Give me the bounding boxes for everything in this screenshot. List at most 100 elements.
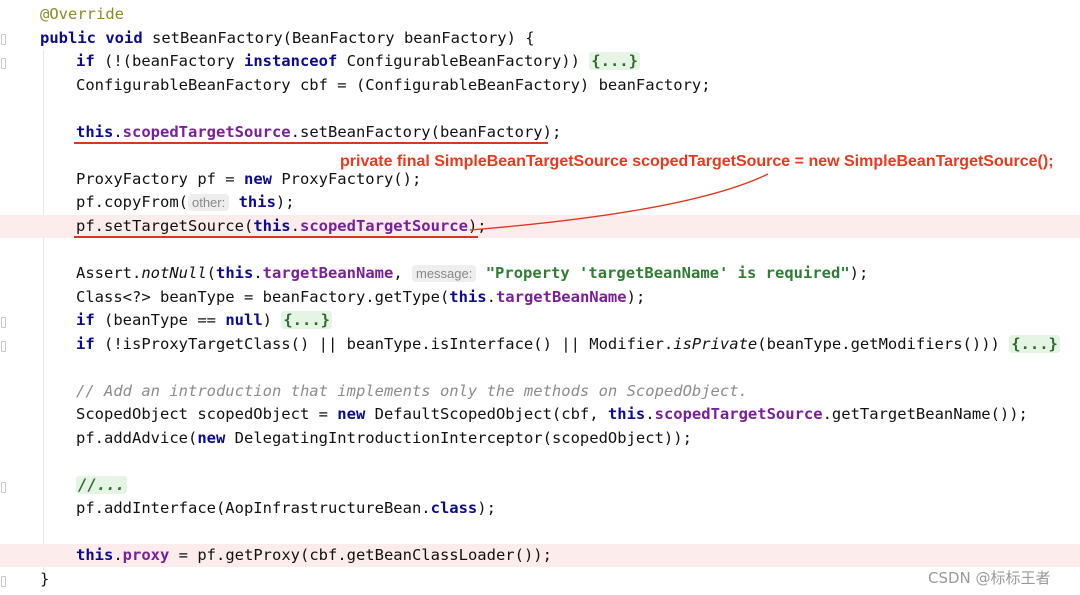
code-token: . [113, 546, 123, 564]
code-text: ConfigurableBeanFactory cbf = (Configura… [76, 76, 711, 94]
code-token: (beanType.getModifiers())) [757, 335, 1010, 353]
code-line-5[interactable]: this.scopedTargetSource.setBeanFactory(b… [0, 121, 1080, 144]
field-token: proxy [122, 546, 170, 564]
code-text: } [40, 570, 50, 588]
code-token: ProxyFactory pf = [76, 170, 244, 188]
code-line-16[interactable]: //... [0, 474, 1080, 497]
keyword: this [238, 193, 276, 211]
code-text: Assert.notNull(this.targetBeanName, mess… [76, 262, 868, 285]
code-text: pf.setTargetSource(this.scopedTargetSour… [76, 215, 487, 238]
underline-mark [74, 236, 478, 238]
code-token: ProxyFactory(); [271, 170, 422, 188]
code-text: if (beanType == null) {...} [76, 309, 332, 332]
code-token: . [253, 264, 263, 282]
code-token: . [645, 405, 655, 423]
code-token: Assert. [76, 264, 142, 282]
method-token: isPrivate [673, 335, 758, 353]
code-token: .setBeanFactory(beanFactory); [290, 123, 562, 141]
code-line-17[interactable]: pf.addInterface(AopInfrastructureBean.cl… [0, 497, 1080, 520]
code-token: pf.setTargetSource( [76, 217, 254, 235]
keyword: null [225, 311, 263, 329]
code-line-8[interactable]: pf.setTargetSource(this.scopedTargetSour… [0, 215, 1080, 238]
watermark: CSDN @标标王者 [928, 569, 1051, 587]
string-literal: "Property 'targetBeanName' is required" [485, 264, 850, 282]
code-line-10[interactable]: Class<?> beanType = beanFactory.getType(… [0, 286, 1080, 309]
annotation-token: @Override [40, 5, 124, 23]
code-token: pf.addAdvice( [76, 429, 198, 447]
keyword: instanceof [243, 52, 338, 70]
code-token: = pf.getProxy(cbf.getBeanClassLoader()); [169, 546, 552, 564]
code-token: ( [206, 264, 216, 282]
keyword: if [76, 335, 95, 353]
keyword: if [76, 311, 95, 329]
code-text: //... [76, 474, 127, 497]
code-line-19[interactable]: } [0, 568, 1080, 591]
field-token: scopedTargetSource [122, 123, 291, 141]
code-line-3[interactable]: if (!(beanFactory instanceof Configurabl… [0, 50, 1080, 73]
code-token: ); [626, 288, 646, 306]
keyword: this [253, 217, 291, 235]
code-token: ); [477, 499, 496, 517]
code-line-7[interactable]: pf.copyFrom(other: this); [0, 191, 1080, 214]
keyword: this [216, 264, 254, 282]
code-text: if (!(beanFactory instanceof Configurabl… [76, 50, 640, 73]
code-line-6[interactable]: ProxyFactory pf = new ProxyFactory(); [0, 168, 1080, 191]
folded-block[interactable]: {...} [589, 52, 640, 70]
keyword: public [40, 29, 96, 47]
method-token: notNull [141, 264, 207, 282]
code-token: . [290, 217, 300, 235]
code-line-4[interactable]: ConfigurableBeanFactory cbf = (Configura… [0, 74, 1080, 97]
code-line-18[interactable]: this.proxy = pf.getProxy(cbf.getBeanClas… [0, 544, 1080, 567]
code-token: DelegatingIntroductionInterceptor(scoped… [225, 429, 692, 447]
keyword: new [197, 429, 226, 447]
code-text: ScopedObject scopedObject = new DefaultS… [76, 403, 1028, 426]
code-line-9[interactable]: Assert.notNull(this.targetBeanName, mess… [0, 262, 1080, 285]
field-token: targetBeanName [262, 264, 394, 282]
code-editor[interactable]: @Override public void setBeanFactory(Bea… [0, 0, 1080, 595]
code-text: public void setBeanFactory(BeanFactory b… [40, 27, 535, 50]
code-comment: // Add an introduction that implements o… [76, 382, 748, 400]
keyword: this [607, 405, 646, 423]
parameter-hint: other: [187, 194, 230, 211]
keyword: new [337, 405, 366, 423]
code-line-14[interactable]: ScopedObject scopedObject = new DefaultS… [0, 403, 1080, 426]
code-line-12[interactable]: if (!isProxyTargetClass() || beanType.is… [0, 333, 1080, 356]
code-text: pf.addAdvice(new DelegatingIntroductionI… [76, 427, 692, 450]
code-token: (!(beanFactory [94, 52, 244, 70]
keyword: class [430, 499, 478, 517]
code-line-1[interactable]: @Override [0, 3, 1080, 26]
code-text: this.scopedTargetSource.setBeanFactory(b… [76, 121, 561, 144]
code-token: ConfigurableBeanFactory)) [337, 52, 590, 70]
code-token: pf.addInterface(AopInfrastructureBean. [76, 499, 431, 517]
parameter-hint: message: [412, 265, 477, 282]
code-token: (beanType == [94, 311, 226, 329]
code-text: ProxyFactory pf = new ProxyFactory(); [76, 168, 421, 191]
field-token: targetBeanName [495, 288, 627, 306]
code-line-15[interactable]: pf.addAdvice(new DelegatingIntroductionI… [0, 427, 1080, 450]
keyword: if [76, 52, 95, 70]
folded-comment[interactable]: //... [76, 476, 127, 494]
folded-block[interactable]: {...} [1009, 335, 1060, 353]
code-token: ); [849, 264, 869, 282]
code-token: . [113, 123, 123, 141]
code-text: pf.addInterface(AopInfrastructureBean.cl… [76, 497, 496, 520]
keyword: void [105, 29, 143, 47]
code-line-11[interactable]: if (beanType == null) {...} [0, 309, 1080, 332]
folded-block[interactable]: {...} [281, 311, 332, 329]
keyword: this [449, 288, 487, 306]
keyword: this [76, 546, 114, 564]
code-line-2[interactable]: public void setBeanFactory(BeanFactory b… [0, 27, 1080, 50]
code-token: .getTargetBeanName()); [822, 405, 1028, 423]
code-text: pf.copyFrom(other: this); [76, 191, 295, 214]
field-token: scopedTargetSource [299, 217, 468, 235]
keyword: new [243, 170, 272, 188]
code-token: ) [262, 311, 282, 329]
code-token: pf.copyFrom( [76, 193, 188, 211]
code-token: (!isProxyTargetClass() || beanType.isInt… [94, 335, 674, 353]
code-token: ScopedObject scopedObject = [76, 405, 338, 423]
code-text: if (!isProxyTargetClass() || beanType.is… [76, 333, 1060, 356]
code-line-13[interactable]: // Add an introduction that implements o… [0, 380, 1080, 403]
